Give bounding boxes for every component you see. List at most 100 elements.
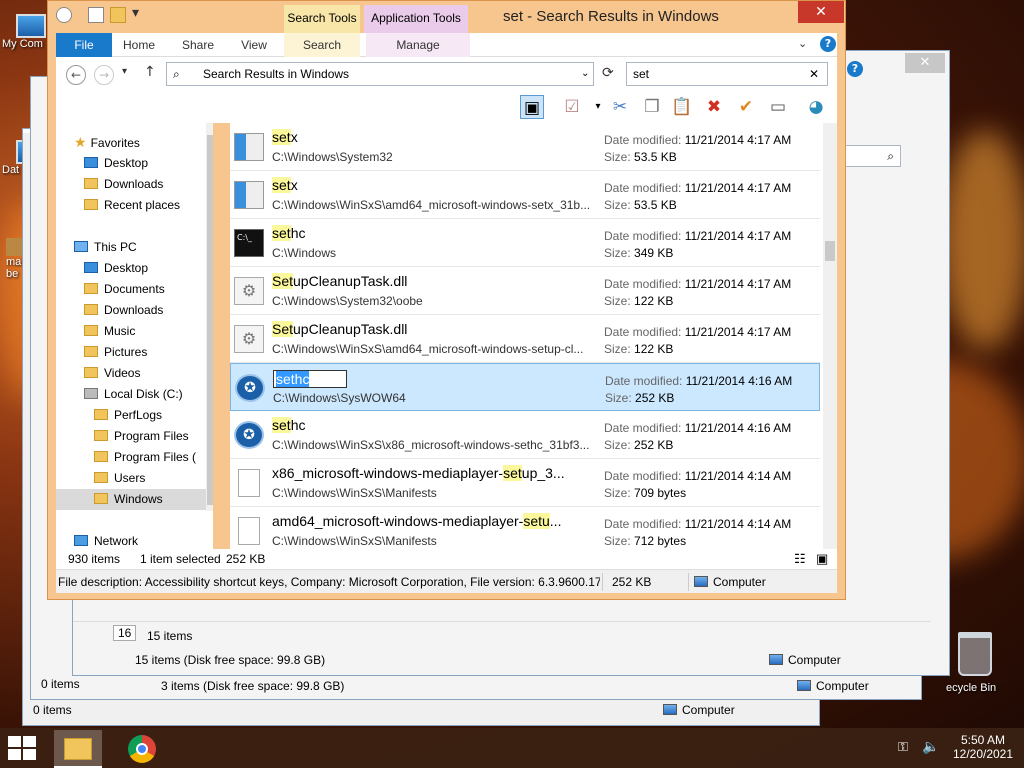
desktop-icon-my-computer[interactable]: My Com (2, 14, 46, 50)
clear-search-button[interactable]: ✕ (809, 63, 819, 85)
copy-icon[interactable]: ❐ (640, 95, 664, 119)
file-row-selected[interactable]: ✪ sethc C:\Windows\SysWOW64 Date modifie… (230, 363, 820, 411)
nav-fav-desktop[interactable]: Desktop (84, 153, 148, 174)
tab-home[interactable]: Home (114, 33, 164, 57)
clock[interactable]: 5:50 AM 12/20/2021 (948, 733, 1018, 761)
context-tab-search-tools: Search Tools (284, 5, 360, 33)
taskbar-file-explorer[interactable] (54, 730, 102, 768)
new-folder-icon[interactable] (110, 7, 126, 23)
nav-this-pc[interactable]: This PC (74, 237, 137, 258)
nav-pc-downloads[interactable]: Downloads (84, 300, 163, 321)
nav-pc-local-disk[interactable]: Local Disk (C:) (84, 384, 183, 405)
file-row[interactable]: ⚙ SetupCleanupTask.dll C:\Windows\WinSxS… (230, 315, 820, 363)
tab-search[interactable]: Search (284, 33, 360, 57)
file-date: Date modified: 11/21/2014 4:17 AM (604, 325, 792, 339)
desktop-icon-label: ecycle Bin (946, 682, 997, 694)
info-size: 252 KB (612, 575, 652, 589)
help-icon[interactable]: ? (820, 36, 836, 52)
shell-icon[interactable]: ◕ (804, 95, 828, 119)
volume-muted-icon[interactable]: 🔈 (922, 739, 939, 755)
address-row: ← → ▾ ↑ ⌕ Search Results in Windows ⌄ ⟳ … (56, 57, 837, 91)
nav-fav-downloads[interactable]: Downloads (84, 174, 163, 195)
nav-fav-recent-places[interactable]: Recent places (84, 195, 180, 216)
nav-pc-documents[interactable]: Documents (84, 279, 165, 300)
status-bar: 930 items 1 item selected 252 KB ☷ ▣ (56, 549, 837, 569)
file-path: C:\Windows\WinSxS\Manifests (272, 486, 437, 500)
address-bar[interactable]: ⌕ Search Results in Windows ⌄ (166, 62, 594, 86)
preview-pane-icon[interactable]: ▣ (520, 95, 544, 119)
search-value: set (633, 67, 650, 81)
file-row[interactable]: amd64_microsoft-windows-mediaplayer-setu… (230, 507, 820, 549)
file-row[interactable]: ✪ sethc C:\Windows\WinSxS\x86_microsoft-… (230, 411, 820, 459)
file-row[interactable]: setx C:\Windows\WinSxS\amd64_microsoft-w… (230, 171, 820, 219)
nav-network[interactable]: Network (74, 531, 138, 549)
close-button[interactable]: ✕ (905, 53, 945, 73)
file-list-scrollbar[interactable] (823, 123, 837, 549)
computer-icon (797, 680, 811, 691)
nav-pc-videos[interactable]: Videos (84, 363, 140, 384)
tab-file[interactable]: File (56, 33, 112, 57)
nav-disk-users[interactable]: Users (94, 468, 145, 489)
document-icon (238, 469, 260, 497)
document-icon (238, 517, 260, 545)
file-row[interactable]: x86_microsoft-windows-mediaplayer-setup_… (230, 459, 820, 507)
nav-pc-desktop[interactable]: Desktop (84, 258, 148, 279)
nav-scroll-thumb[interactable] (207, 135, 213, 505)
nav-disk-program-files-x86[interactable]: Program Files ( (94, 447, 196, 468)
up-button[interactable]: ↑ (144, 64, 156, 80)
start-button[interactable] (8, 736, 38, 760)
large-icons-view-icon[interactable]: ▣ (816, 551, 828, 567)
search-icon[interactable]: ⌕ (843, 145, 901, 167)
rename-icon[interactable]: ▭ (766, 95, 790, 119)
scroll-thumb[interactable] (825, 241, 835, 261)
nav-favorites[interactable]: ★ Favorites (74, 132, 140, 153)
details-view-icon[interactable]: ☷ (794, 551, 806, 567)
chevron-down-icon[interactable]: ⌄ (581, 63, 589, 85)
file-description: File description: Accessibility shortcut… (58, 575, 600, 589)
recent-locations-button[interactable]: ▾ (122, 66, 127, 77)
accessibility-icon: ✪ (235, 374, 265, 402)
nav-disk-program-files[interactable]: Program Files (94, 426, 189, 447)
properties-icon[interactable]: ☑ (560, 95, 584, 119)
rename-field[interactable]: sethc (273, 370, 347, 388)
forward-button[interactable]: → (94, 65, 114, 85)
nav-pc-music[interactable]: Music (84, 321, 135, 342)
properties-icon[interactable] (88, 7, 104, 23)
selected-count: 1 item selected (140, 552, 221, 566)
search-icon[interactable] (56, 7, 72, 23)
nav-pc-pictures[interactable]: Pictures (84, 342, 147, 363)
refresh-button[interactable]: ⟳ (602, 65, 614, 81)
chevron-down-icon[interactable]: ▾ (132, 5, 139, 21)
cut-icon[interactable]: ✂ (608, 95, 632, 119)
tab-view[interactable]: View (232, 33, 276, 57)
chrome-icon (128, 735, 156, 763)
file-row[interactable]: C:\_ sethc C:\Windows Date modified: 11/… (230, 219, 820, 267)
file-row[interactable]: ⚙ SetupCleanupTask.dll C:\Windows\System… (230, 267, 820, 315)
status-items: 0 items (41, 677, 80, 691)
file-row[interactable]: setx C:\Windows\System32 Date modified: … (230, 123, 820, 171)
nav-disk-windows[interactable]: Windows (56, 489, 206, 510)
title-bar[interactable]: ▾ Search Tools Application Tools set - S… (48, 1, 845, 33)
desktop-icon-recycle-bin[interactable]: ecycle Bin (946, 632, 996, 694)
nav-disk-perflogs[interactable]: PerfLogs (94, 405, 162, 426)
close-button[interactable]: ✕ (798, 1, 844, 23)
nav-scrollbar[interactable] (206, 123, 213, 511)
file-size: Size: 252 KB (605, 391, 675, 405)
taskbar-chrome[interactable] (118, 730, 166, 768)
search-input[interactable]: set ✕ (626, 62, 828, 86)
chevron-down-icon[interactable]: ▾ (586, 95, 610, 119)
clock-date: 12/20/2021 (952, 747, 1014, 761)
paste-icon[interactable]: 📋 (670, 95, 694, 119)
explorer-window[interactable]: ▾ Search Tools Application Tools set - S… (47, 0, 846, 600)
file-date: Date modified: 11/21/2014 4:14 AM (604, 469, 792, 483)
delete-icon[interactable]: ✖ (702, 95, 726, 119)
tab-share[interactable]: Share (174, 33, 222, 57)
desktop-icon-file[interactable]: ma be (6, 238, 22, 280)
network-icon[interactable]: ⚿ (898, 740, 908, 755)
status-disk: 3 items (Disk free space: 99.8 GB) (161, 679, 345, 693)
back-button[interactable]: ← (66, 65, 86, 85)
tab-manage[interactable]: Manage (366, 33, 470, 57)
help-icon[interactable]: ? (847, 61, 863, 77)
checkmark-icon[interactable]: ✔ (734, 95, 758, 119)
chevron-down-icon[interactable]: ⌄ (798, 37, 807, 50)
